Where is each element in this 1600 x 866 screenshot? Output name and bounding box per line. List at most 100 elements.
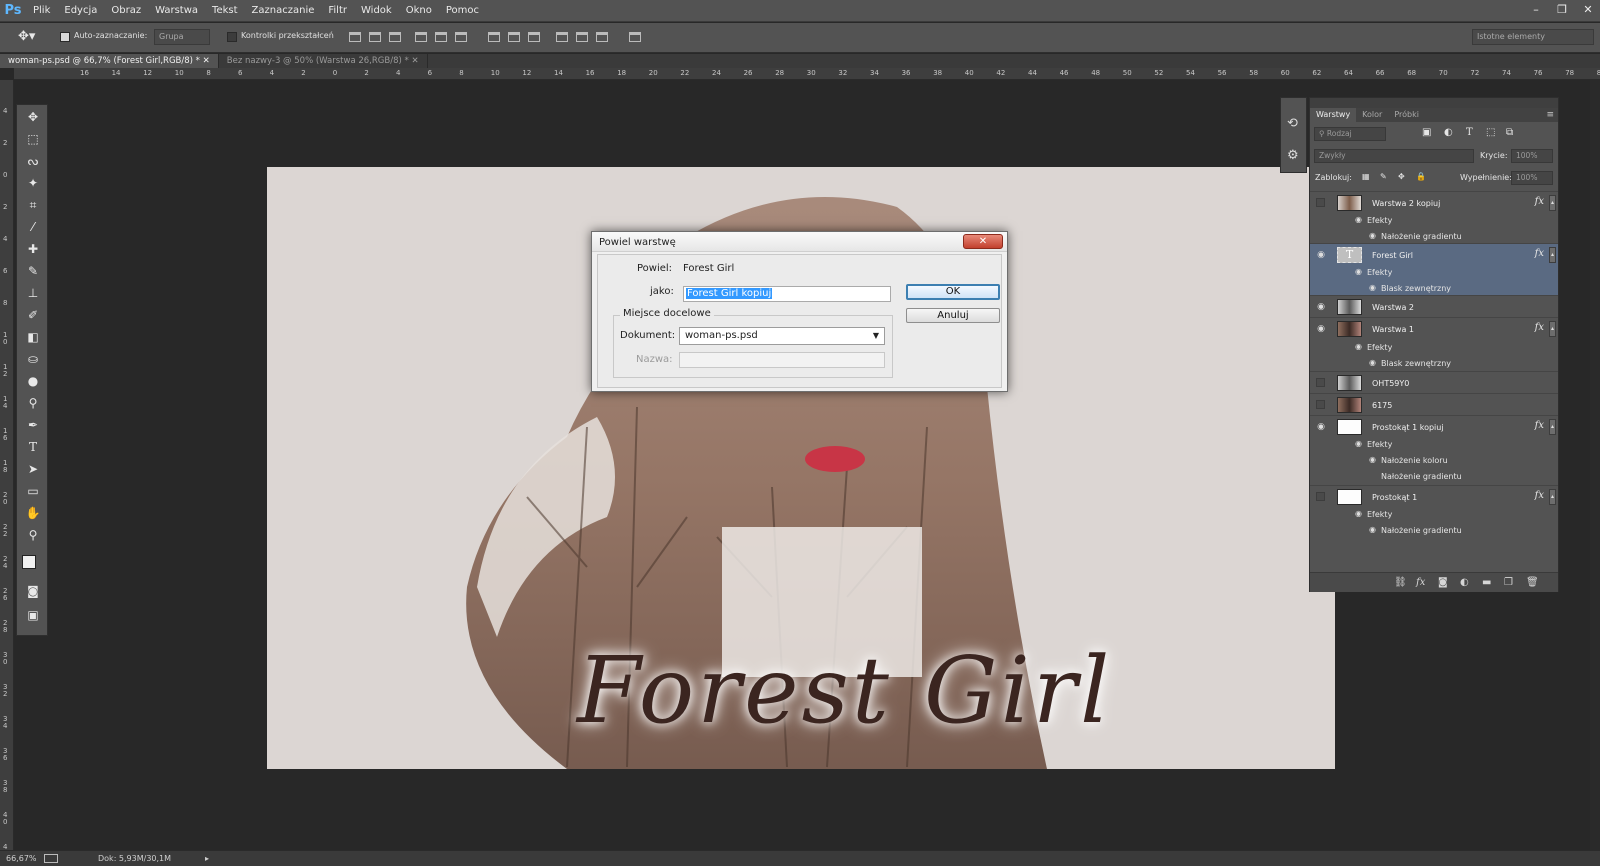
- new-adjustment-icon[interactable]: ◐: [1460, 577, 1469, 588]
- delete-layer-icon[interactable]: 🗑: [1526, 577, 1539, 588]
- auto-select-mode-dropdown[interactable]: Grupa: [154, 29, 210, 45]
- layer-row-prostokat-1[interactable]: Prostokąt 1 fx ▴ ◉ Efekty ◉ Nałożenie gr…: [1310, 485, 1558, 537]
- layer-row-oht59y0[interactable]: OHT59Y0: [1310, 371, 1558, 393]
- eye-icon[interactable]: ◉: [1355, 509, 1362, 518]
- fx-icon[interactable]: fx: [1535, 196, 1544, 207]
- dialog-close-button[interactable]: ✕: [963, 234, 1003, 249]
- filter-kind-dropdown[interactable]: ⚲ Rodzaj: [1314, 127, 1386, 141]
- pen-tool-icon[interactable]: ✒: [24, 417, 42, 433]
- layer-row-prostokat-1-kopiuj[interactable]: ◉ Prostokąt 1 kopiuj fx ▴ ◉ Efekty ◉ Nał…: [1310, 415, 1558, 485]
- fill-input[interactable]: 100%: [1511, 171, 1553, 185]
- tab-probki[interactable]: Próbki: [1388, 108, 1425, 122]
- layer-row-warstwa-2[interactable]: ◉ Warstwa 2: [1310, 295, 1558, 317]
- eye-icon[interactable]: ◉: [1369, 283, 1376, 292]
- magic-wand-tool-icon[interactable]: ✦: [24, 175, 42, 191]
- lock-all-icon[interactable]: 🔒: [1416, 172, 1426, 181]
- layer-row-warstwa-1[interactable]: ◉ Warstwa 1 fx ▴ ◉ Efekty ◉ Blask zewnęt…: [1310, 317, 1558, 371]
- marquee-tool-icon[interactable]: ⬚: [24, 131, 42, 147]
- tab-kolor[interactable]: Kolor: [1356, 108, 1388, 122]
- menu-zaznaczanie[interactable]: Zaznaczanie: [245, 0, 322, 22]
- restore-button[interactable]: ❐: [1554, 3, 1570, 17]
- menu-tekst[interactable]: Tekst: [205, 0, 244, 22]
- visibility-toggle-empty[interactable]: [1316, 492, 1325, 501]
- distribute-right-icon[interactable]: [596, 32, 608, 42]
- add-mask-icon[interactable]: ◙: [1438, 577, 1448, 588]
- visibility-toggle-empty[interactable]: [1316, 400, 1325, 409]
- layer-row-forest-girl[interactable]: ◉ T Forest Girl fx ▴ ◉ Efekty ◉ Blask ze…: [1310, 243, 1558, 295]
- close-tab-icon[interactable]: ✕: [203, 56, 210, 66]
- document-info-icon[interactable]: [44, 854, 58, 863]
- expand-effects-icon[interactable]: ▴: [1549, 419, 1556, 435]
- menu-edycja[interactable]: Edycja: [57, 0, 104, 22]
- panel-header[interactable]: [1310, 98, 1558, 108]
- menu-widok[interactable]: Widok: [354, 0, 399, 22]
- auto-align-icon[interactable]: [629, 32, 641, 42]
- filter-type-icon[interactable]: T: [1466, 127, 1473, 138]
- new-group-icon[interactable]: ▬: [1482, 577, 1491, 588]
- menu-okno[interactable]: Okno: [399, 0, 439, 22]
- layer-row-warstwa-2-kopiuj[interactable]: Warstwa 2 kopiuj fx ▴ ◉ Efekty ◉ Nałożen…: [1310, 191, 1558, 243]
- align-bottom-icon[interactable]: [389, 32, 401, 42]
- opacity-input[interactable]: 100%: [1511, 149, 1553, 163]
- workspace-dropdown[interactable]: Istotne elementy: [1472, 29, 1594, 45]
- move-tool-preset-icon[interactable]: ✥▾: [18, 29, 35, 44]
- layer-row-6175[interactable]: 6175: [1310, 393, 1558, 415]
- properties-panel-icon[interactable]: ⚙: [1287, 148, 1299, 163]
- eraser-tool-icon[interactable]: ◧: [24, 329, 42, 345]
- filter-adjustment-icon[interactable]: ◐: [1444, 127, 1453, 138]
- distribute-bottom-icon[interactable]: [528, 32, 540, 42]
- screen-mode-icon[interactable]: ▣: [24, 607, 42, 623]
- expand-effects-icon[interactable]: ▴: [1549, 321, 1556, 337]
- stamp-tool-icon[interactable]: ⊥: [24, 285, 42, 301]
- filter-pixel-icon[interactable]: ▣: [1422, 127, 1431, 138]
- healing-brush-tool-icon[interactable]: ✚: [24, 241, 42, 257]
- rectangle-tool-icon[interactable]: ▭: [24, 483, 42, 499]
- expand-effects-icon[interactable]: ▴: [1549, 247, 1556, 263]
- eye-icon[interactable]: ◉: [1355, 215, 1362, 224]
- visibility-toggle-empty[interactable]: [1316, 198, 1325, 207]
- align-top-icon[interactable]: [349, 32, 361, 42]
- add-style-icon[interactable]: fx: [1416, 577, 1425, 588]
- history-brush-tool-icon[interactable]: ✐: [24, 307, 42, 323]
- fx-icon[interactable]: fx: [1535, 248, 1544, 259]
- align-left-icon[interactable]: [415, 32, 427, 42]
- as-name-input[interactable]: Forest Girl kopiuj: [683, 286, 891, 302]
- align-right-icon[interactable]: [455, 32, 467, 42]
- history-panel-icon[interactable]: ⟲: [1287, 116, 1298, 131]
- cancel-button[interactable]: Anuluj: [906, 308, 1000, 323]
- fx-icon[interactable]: fx: [1535, 490, 1544, 501]
- zoom-level[interactable]: 66,67%: [6, 854, 37, 863]
- filter-shape-icon[interactable]: ⬚: [1486, 127, 1495, 138]
- filter-smart-object-icon[interactable]: ⧉: [1506, 127, 1513, 138]
- dodge-tool-icon[interactable]: ⚲: [24, 395, 42, 411]
- panel-menu-icon[interactable]: ≡: [1546, 108, 1558, 122]
- menu-obraz[interactable]: Obraz: [104, 0, 148, 22]
- zoom-tool-icon[interactable]: ⚲: [24, 527, 42, 543]
- fx-icon[interactable]: fx: [1535, 420, 1544, 431]
- document-dropdown[interactable]: woman-ps.psd ▼: [679, 327, 885, 345]
- eye-icon[interactable]: ◉: [1355, 439, 1362, 448]
- blend-mode-dropdown[interactable]: Zwykły: [1314, 149, 1474, 163]
- type-tool-icon[interactable]: T: [24, 439, 42, 455]
- eye-icon[interactable]: ◉: [1369, 455, 1376, 464]
- new-layer-icon[interactable]: ❐: [1504, 577, 1513, 588]
- eye-icon[interactable]: ◉: [1315, 422, 1327, 432]
- visibility-toggle-empty[interactable]: [1316, 378, 1325, 387]
- foreground-color-swatch[interactable]: [22, 555, 36, 569]
- blur-tool-icon[interactable]: ●: [24, 373, 42, 389]
- dialog-titlebar[interactable]: Powiel warstwę ✕: [592, 232, 1007, 252]
- fx-icon[interactable]: fx: [1535, 322, 1544, 333]
- eyedropper-tool-icon[interactable]: ⁄: [24, 219, 42, 235]
- expand-effects-icon[interactable]: ▴: [1549, 195, 1556, 211]
- eye-icon[interactable]: ◉: [1315, 302, 1327, 312]
- tab-woman-ps[interactable]: woman-ps.psd @ 66,7% (Forest Girl,RGB/8)…: [0, 54, 219, 68]
- close-tab-icon[interactable]: ✕: [411, 56, 418, 66]
- eye-icon[interactable]: ◉: [1315, 324, 1327, 334]
- distribute-top-icon[interactable]: [488, 32, 500, 42]
- minimize-button[interactable]: –: [1528, 3, 1544, 17]
- distribute-hcenter-icon[interactable]: [576, 32, 588, 42]
- close-window-button[interactable]: ✕: [1580, 3, 1596, 17]
- hand-tool-icon[interactable]: ✋: [24, 505, 42, 521]
- path-selection-tool-icon[interactable]: ➤: [24, 461, 42, 477]
- status-menu-arrow-icon[interactable]: ▸: [205, 854, 209, 863]
